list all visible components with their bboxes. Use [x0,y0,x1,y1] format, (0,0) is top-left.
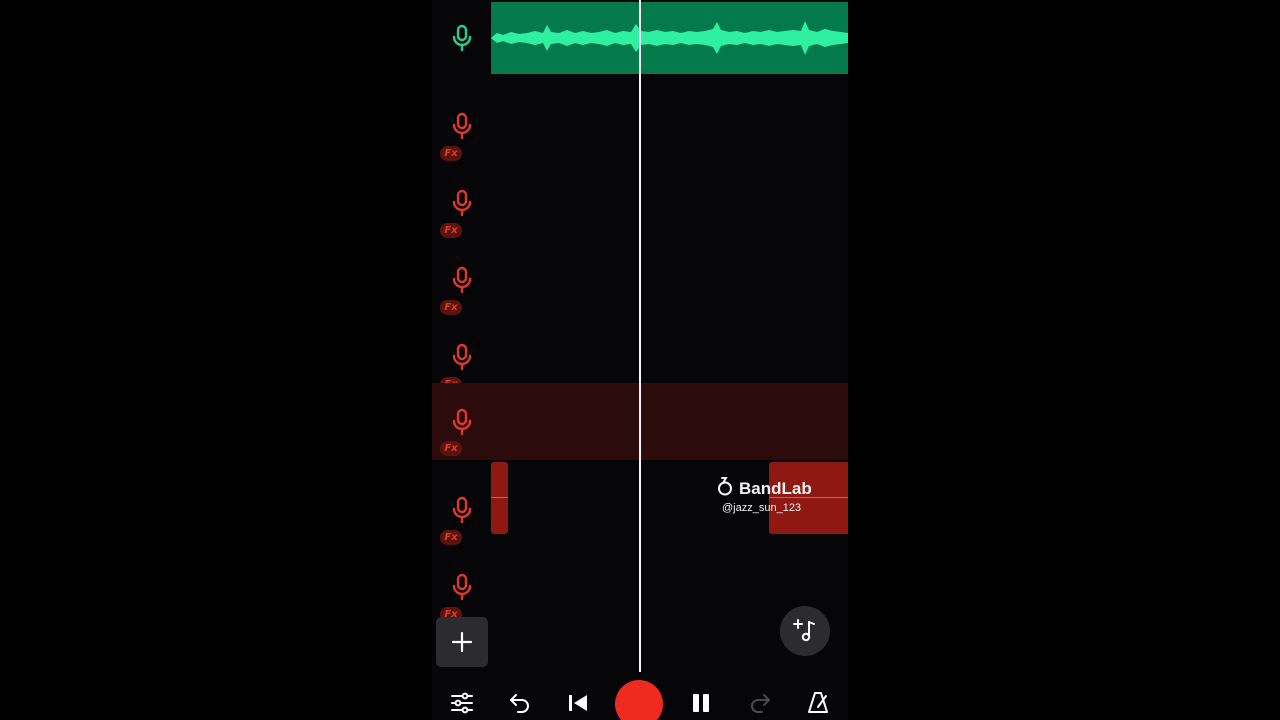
metronome-button[interactable] [803,688,833,718]
skip-back-icon [569,695,587,711]
flat-waveform [491,497,508,498]
record-button[interactable] [615,680,663,720]
redo-button[interactable] [745,688,775,718]
microphone-icon[interactable] [450,189,474,217]
microphone-icon[interactable] [450,573,474,601]
redo-icon [751,694,770,713]
skip-to-start-button[interactable] [563,688,593,718]
audio-clip-left[interactable] [491,462,508,534]
microphone-icon[interactable] [450,24,474,52]
fx-badge[interactable]: Fx [440,223,462,238]
microphone-icon[interactable] [450,266,474,294]
microphone-icon[interactable] [450,112,474,140]
fx-badge[interactable]: Fx [440,441,462,456]
watermark-handle: @jazz_sun_123 [722,502,802,514]
watermark-brand: BandLab [739,478,812,498]
playhead[interactable] [639,0,641,672]
microphone-icon[interactable] [450,408,474,436]
add-music-note-icon [793,619,815,642]
fx-badge[interactable]: Fx [440,530,462,545]
transport-bar [432,680,848,720]
pause-icon [693,694,709,712]
add-instrument-button[interactable] [780,606,830,656]
undo-icon [510,694,529,713]
sliders-icon [451,692,473,714]
microphone-icon[interactable] [450,343,474,371]
plus-icon [451,631,473,653]
mixer-button[interactable] [447,688,477,718]
pause-button[interactable] [686,688,716,718]
bandlab-watermark: BandLab @jazz_sun_123 [714,476,824,514]
studio-screen: Fx Fx Fx Fx Fx Fx BandLab @jazz_sun_123 [432,0,848,720]
fx-badge[interactable]: Fx [440,300,462,315]
bandlab-logo-icon [714,476,736,501]
metronome-icon [808,692,828,713]
add-track-button[interactable] [436,617,488,667]
microphone-icon[interactable] [450,496,474,524]
undo-button[interactable] [505,688,535,718]
fx-badge[interactable]: Fx [440,146,462,161]
